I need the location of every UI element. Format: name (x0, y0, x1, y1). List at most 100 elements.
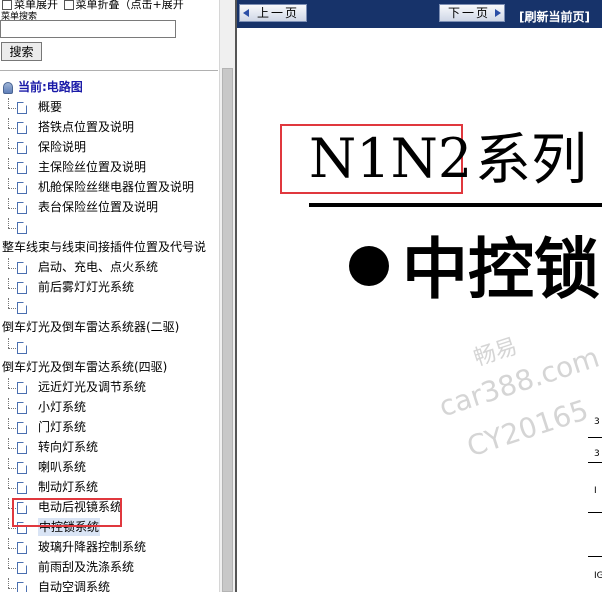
document-icon (17, 422, 27, 434)
tree-item-label: 喇叭系统 (38, 460, 87, 474)
tree-connector (8, 578, 9, 588)
document-icon (17, 442, 27, 454)
search-button[interactable]: 搜索 (1, 42, 42, 61)
tree-connector (8, 268, 16, 269)
refresh-page-link[interactable]: [刷新当前页] (519, 8, 590, 25)
tree-connector (8, 188, 16, 189)
tree-item[interactable]: 机舱保险丝继电器位置及说明 (0, 178, 218, 196)
tree-item[interactable]: 概要 (0, 98, 218, 116)
next-page-button[interactable]: 下一页 (439, 4, 505, 22)
tree-item[interactable] (0, 298, 218, 316)
tree-item-label: 机舱保险丝继电器位置及说明 (38, 180, 195, 194)
tree-group-header[interactable]: 整车线束与线束间接插件位置及代号说 (0, 238, 218, 256)
divider (0, 70, 218, 71)
document-icon (17, 102, 27, 114)
tree-connector (8, 418, 9, 428)
tree-item-label: 前雨刮及洗涤系统 (38, 560, 135, 574)
tree-item-label: 远近灯光及调节系统 (38, 380, 147, 394)
tree-item-label: 小灯系统 (38, 400, 87, 414)
collapse-label[interactable]: 菜单折叠（点击+展开 (76, 0, 184, 11)
arrow-right-icon (495, 9, 501, 17)
next-page-label: 下一页 (448, 6, 491, 20)
collapse-checkbox[interactable] (63, 0, 74, 10)
tree-root-label: 当前:电路图 (18, 80, 83, 94)
tree-item[interactable]: 前雨刮及洗涤系统 (0, 558, 218, 576)
tree-item[interactable]: 保险说明 (0, 138, 218, 156)
tree-connector (8, 228, 16, 229)
tree-item[interactable]: 转向灯系统 (0, 438, 218, 456)
tree-group-header[interactable]: 倒车灯光及倒车雷达系统(四驱) (0, 358, 218, 376)
document-icon (17, 582, 27, 592)
tree-item-label: 概要 (38, 100, 63, 114)
document-icon (17, 402, 27, 414)
tree-item[interactable] (0, 338, 218, 356)
tree-group-header[interactable]: 倒车灯光及倒车雷达系统器(二驱) (0, 318, 218, 336)
table-fragment: 3 (594, 449, 600, 459)
tree-connector (8, 518, 9, 528)
document-icon (17, 162, 27, 174)
document-icon (17, 302, 27, 314)
tree-connector (8, 558, 9, 568)
tree-connector (8, 588, 16, 589)
tree-item[interactable]: 自动空调系统 (0, 578, 218, 592)
document-icon (17, 262, 27, 274)
table-line (588, 462, 602, 463)
document-icon (17, 122, 27, 134)
menu-toggle-options: 菜单展开 菜单折叠（点击+展开 (0, 0, 184, 11)
tree-item[interactable]: 玻璃升降器控制系统 (0, 538, 218, 556)
book-icon (3, 82, 13, 94)
table-fragment: I (594, 486, 597, 496)
tree-item-label: 制动灯系统 (38, 480, 99, 494)
tree-connector (8, 428, 16, 429)
table-line (588, 556, 602, 557)
tree-connector (8, 378, 9, 388)
tree-connector (8, 568, 16, 569)
tree-connector (8, 468, 16, 469)
table-fragment: IG (594, 571, 602, 581)
tree-connector (8, 138, 9, 148)
scrollbar-thumb[interactable] (222, 68, 233, 592)
title-rule (309, 203, 602, 207)
menu-search-input[interactable] (0, 20, 176, 38)
tree-item[interactable]: 主保险丝位置及说明 (0, 158, 218, 176)
tree-connector (8, 128, 16, 129)
tree-item-label: 主保险丝位置及说明 (38, 160, 147, 174)
tree-connector (8, 168, 16, 169)
document-model: N1N2 (309, 127, 473, 190)
tree-item[interactable]: 门灯系统 (0, 418, 218, 436)
tree-item[interactable]: 小灯系统 (0, 398, 218, 416)
tree-item-label: 转向灯系统 (38, 440, 99, 454)
tree-connector (8, 348, 16, 349)
tree-connector (8, 548, 16, 549)
previous-page-button[interactable]: 上一页 (239, 4, 307, 22)
tree-connector (8, 208, 16, 209)
tree-item[interactable]: 前后雾灯灯光系统 (0, 278, 218, 296)
tree-connector (8, 478, 9, 488)
tree-item-label: 启动、充电、点火系统 (38, 260, 159, 274)
tree-item[interactable]: 制动灯系统 (0, 478, 218, 496)
tree-item[interactable]: 表台保险丝位置及说明 (0, 198, 218, 216)
tree-item[interactable]: 启动、充电、点火系统 (0, 258, 218, 276)
tree-connector (8, 408, 16, 409)
tree-item[interactable]: 喇叭系统 (0, 458, 218, 476)
tree-item[interactable]: 搭铁点位置及说明 (0, 118, 218, 136)
tree-item[interactable] (0, 218, 218, 236)
tree-item-label: 倒车灯光及倒车雷达系统器(二驱) (2, 320, 180, 334)
tree-item-label: 自动空调系统 (38, 580, 111, 592)
document-icon (17, 282, 27, 294)
tree-connector (8, 118, 9, 128)
page-toolbar: 上一页 下一页 [刷新当前页] (237, 0, 602, 28)
document-icon (17, 342, 27, 354)
tree-connector (8, 198, 9, 208)
tree-item-label: 保险说明 (38, 140, 87, 154)
navigation-scrollbar[interactable] (219, 0, 236, 592)
document-icon (17, 222, 27, 234)
tree-item-label: 玻璃升降器控制系统 (38, 540, 147, 554)
document-icon (17, 562, 27, 574)
tree-connector (8, 488, 16, 489)
tree-connector (8, 158, 9, 168)
arrow-left-icon (243, 9, 249, 17)
tree-item[interactable]: 远近灯光及调节系统 (0, 378, 218, 396)
document-icon (17, 182, 27, 194)
selection-annotation-box (12, 498, 122, 527)
